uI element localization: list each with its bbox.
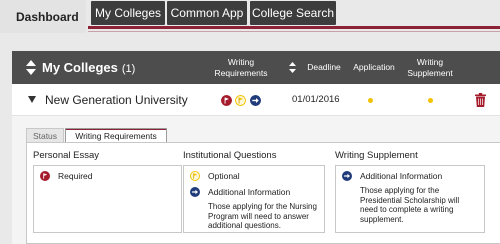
column-application[interactable]: Application xyxy=(345,62,403,73)
column-writing-requirements[interactable]: Writing Requirements xyxy=(205,57,277,79)
panel-title-text: My Colleges xyxy=(42,60,118,75)
deadline-sort-icon[interactable] xyxy=(289,62,296,73)
institutional-note-line: Program will need to answer xyxy=(208,211,309,221)
nav-accent-subline xyxy=(88,31,500,32)
institutional-note-line: Those applying for the Nursing xyxy=(208,202,317,211)
supplement-note: Those applying for the Presidential Scho… xyxy=(360,186,459,224)
common-app-button[interactable]: Common App xyxy=(167,1,247,25)
column-deadline[interactable]: Deadline xyxy=(299,62,349,73)
panel-header: My Colleges (1) Writing Requirements Dead… xyxy=(12,51,500,84)
tab-writing-requirements[interactable]: Writing Requirements xyxy=(65,128,167,142)
supplement-note-line: need to complete a writing xyxy=(360,205,454,214)
column-writing-supplement-line1: Writing xyxy=(416,57,444,67)
supplement-note-line: supplement. xyxy=(360,214,404,224)
nav-accent-line xyxy=(88,26,500,29)
required-flag-icon xyxy=(40,171,50,181)
personal-essay-box: Required xyxy=(33,165,182,233)
additional-info-label: Additional Information xyxy=(208,187,291,197)
supplement-info-label: Additional Information xyxy=(360,171,443,181)
column-writing-supplement[interactable]: Writing Supplement xyxy=(400,57,460,79)
required-flag-icon xyxy=(221,95,232,106)
institutional-questions-title: Institutional Questions xyxy=(183,150,277,161)
common-app-label: Common App xyxy=(170,6,244,20)
writing-requirements-content: Personal Essay Required Institutional Qu… xyxy=(26,142,500,244)
required-label: Required xyxy=(58,171,93,181)
optional-label: Optional xyxy=(208,171,240,181)
dashboard-tab[interactable]: Dashboard xyxy=(0,0,86,33)
institutional-note: Those applying for the Nursing Program w… xyxy=(208,202,317,231)
college-count: (1) xyxy=(121,63,136,75)
required-item: Required xyxy=(40,171,93,181)
trash-icon[interactable] xyxy=(475,93,486,107)
optional-flag-icon xyxy=(190,171,200,181)
personal-essay-title: Personal Essay xyxy=(33,150,100,161)
application-status-dot xyxy=(368,98,373,103)
dashboard-tab-label: Dashboard xyxy=(16,9,79,24)
expand-caret-icon[interactable] xyxy=(28,96,36,103)
column-application-label: Application xyxy=(353,62,395,72)
my-colleges-button[interactable]: My Colleges xyxy=(91,1,165,25)
info-arrow-icon xyxy=(342,171,352,181)
college-name[interactable]: New Generation University xyxy=(45,93,188,107)
supplement-note-line: Presidential Scholarship will xyxy=(360,195,460,205)
writing-supplement-box: Additional Information Those applying fo… xyxy=(335,165,485,233)
optional-item: Optional xyxy=(190,171,240,181)
panel-title: My Colleges (1) xyxy=(42,60,135,75)
writing-supplement-title: Writing Supplement xyxy=(335,150,418,161)
college-deadline: 01/01/2016 xyxy=(292,94,340,105)
supplement-info-item: Additional Information xyxy=(342,171,442,181)
college-search-label: College Search xyxy=(251,6,335,20)
column-writing-requirements-line2: Requirements xyxy=(214,68,268,78)
top-navigation: Dashboard My Colleges Common App College… xyxy=(0,0,500,35)
college-search-button[interactable]: College Search xyxy=(250,1,336,25)
tab-status[interactable]: Status xyxy=(26,128,64,142)
column-writing-requirements-line1: Writing xyxy=(227,57,255,67)
sort-icon[interactable] xyxy=(26,60,36,75)
optional-flag-icon xyxy=(235,95,246,106)
my-colleges-panel: My Colleges (1) Writing Requirements Dead… xyxy=(12,51,500,244)
my-colleges-label: My Colleges xyxy=(94,6,162,20)
institutional-questions-box: Optional Additional Information Those ap… xyxy=(183,165,325,233)
college-details: Status Writing Requirements Personal Ess… xyxy=(12,116,500,244)
additional-info-item: Additional Information xyxy=(190,187,290,197)
column-deadline-label: Deadline xyxy=(307,62,341,72)
tab-status-label: Status xyxy=(32,130,58,141)
info-arrow-icon xyxy=(250,95,261,106)
institutional-note-line: additional questions. xyxy=(208,221,281,230)
info-arrow-icon xyxy=(190,187,200,197)
column-writing-supplement-line2: Supplement xyxy=(407,68,453,78)
tab-writing-requirements-label: Writing Requirements xyxy=(75,130,157,141)
writing-supplement-status-dot xyxy=(428,98,433,103)
college-row[interactable]: New Generation University 01/01/2016 xyxy=(12,84,500,116)
supplement-note-line: Those applying for the xyxy=(360,186,440,195)
